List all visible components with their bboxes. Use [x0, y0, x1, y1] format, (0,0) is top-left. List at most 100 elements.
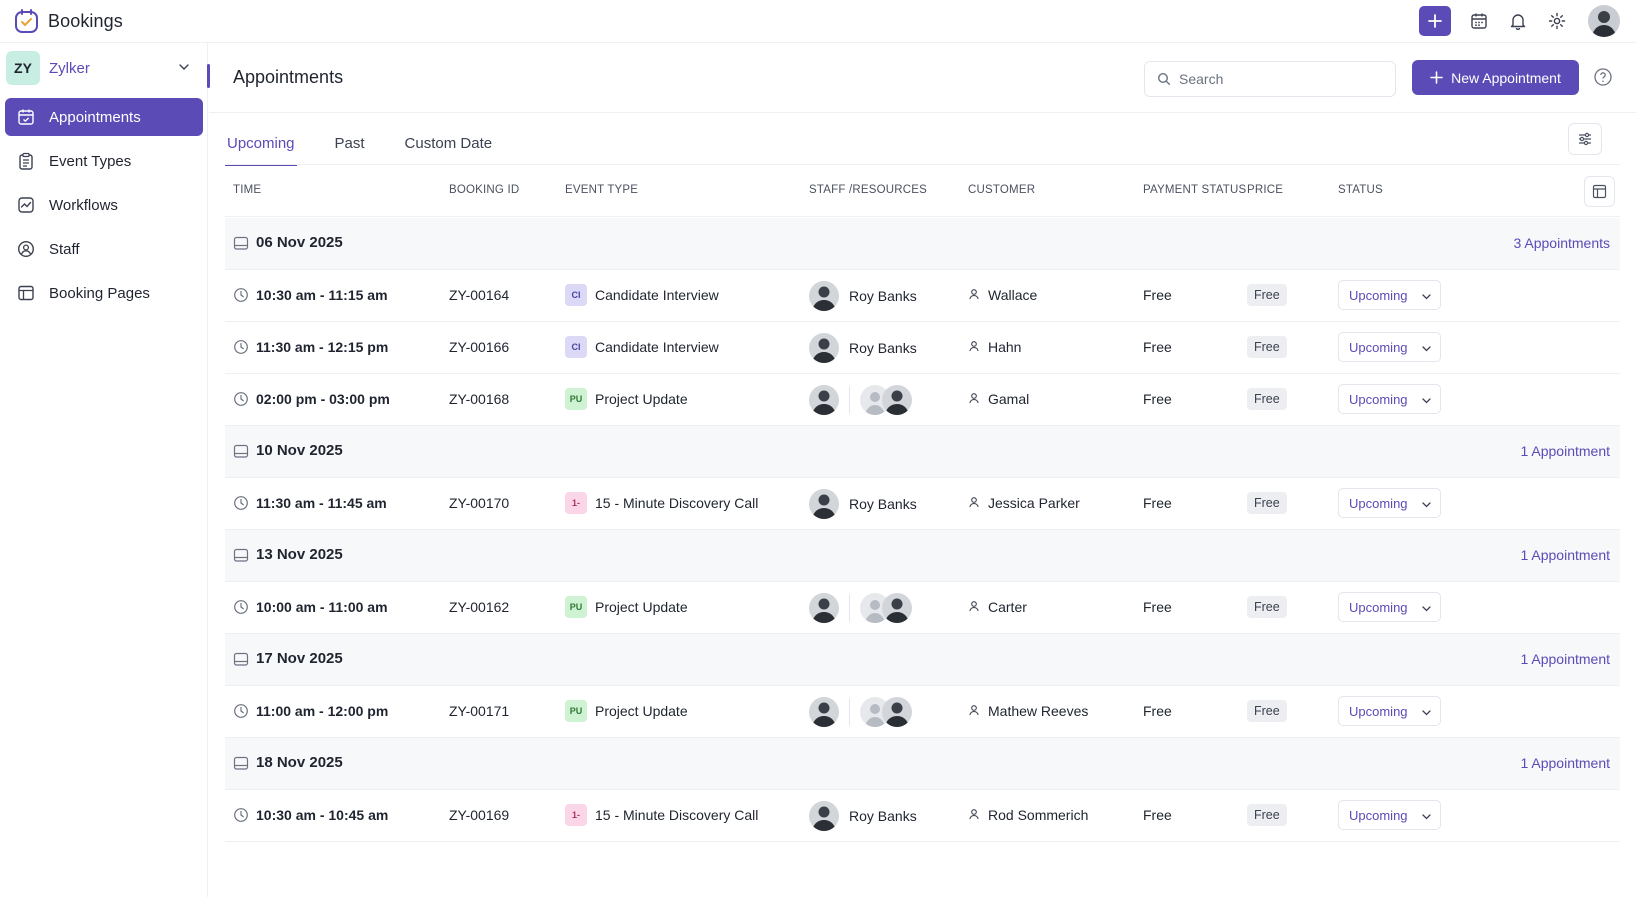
clock-icon	[233, 703, 249, 722]
gear-icon	[1548, 12, 1566, 30]
sidebar-item-label: Booking Pages	[49, 284, 150, 302]
customer-cell[interactable]: Carter	[968, 599, 1027, 615]
brand[interactable]: Bookings	[14, 8, 123, 34]
appointment-count[interactable]: 1 Appointment	[1520, 651, 1610, 667]
sidebar-item-workflows[interactable]: Workflows	[5, 186, 203, 224]
date-group-row: 17 Nov 2025 1 Appointment	[225, 634, 1620, 686]
payment-status: Free	[1143, 807, 1172, 823]
staff-name: Roy Banks	[849, 288, 917, 304]
event-type-badge: 1-	[565, 804, 587, 826]
column-price[interactable]: PRICE	[1247, 184, 1283, 196]
booking-id[interactable]: ZY-00166	[449, 339, 509, 355]
sidebar-item-staff[interactable]: Staff	[5, 230, 203, 268]
table-row[interactable]: 11:30 am - 12:15 pm ZY-00166 CI Candidate I…	[225, 322, 1620, 374]
status-value: Upcoming	[1349, 339, 1408, 355]
help-icon[interactable]	[1593, 67, 1613, 87]
event-type-badge: 1-	[565, 492, 587, 514]
column-staff[interactable]: STAFF /RESOURCES	[809, 184, 927, 196]
customer-cell[interactable]: Rod Sommerich	[968, 807, 1088, 823]
column-settings-button[interactable]	[1584, 176, 1615, 207]
calendar-view-button[interactable]	[1468, 10, 1490, 32]
booking-page-icon	[16, 283, 36, 303]
org-switcher[interactable]: ZY Zylker	[6, 50, 202, 86]
table-row[interactable]: 11:00 am - 12:00 pm ZY-00171 PU Project Upd…	[225, 686, 1620, 738]
column-event-type[interactable]: EVENT TYPE	[565, 184, 638, 196]
staff-cell	[809, 697, 912, 727]
table-row[interactable]: 10:30 am - 11:15 am ZY-00164 CI Candidate I…	[225, 270, 1620, 322]
column-payment-status[interactable]: PAYMENT STATUS	[1143, 184, 1246, 196]
status-dropdown[interactable]: Upcoming	[1338, 696, 1441, 726]
customer-name: Rod Sommerich	[988, 807, 1089, 823]
filter-button[interactable]	[1568, 123, 1602, 155]
staff-avatar	[882, 697, 912, 727]
status-dropdown[interactable]: Upcoming	[1338, 488, 1441, 518]
column-customer[interactable]: CUSTOMER	[968, 184, 1035, 196]
sidebar-item-booking-pages[interactable]: Booking Pages	[5, 274, 203, 312]
booking-id[interactable]: ZY-00169	[449, 807, 509, 823]
tab-custom-date[interactable]: Custom Date	[403, 125, 495, 165]
clock-icon	[233, 599, 249, 618]
booking-id[interactable]: ZY-00168	[449, 391, 509, 407]
quick-add-button[interactable]	[1419, 6, 1451, 36]
booking-id[interactable]: ZY-00171	[449, 703, 509, 719]
customer-cell[interactable]: Wallace	[968, 287, 1037, 303]
new-appointment-button[interactable]: New Appointment	[1412, 60, 1579, 95]
appointment-count[interactable]: 1 Appointment	[1520, 547, 1610, 563]
clock-icon	[233, 287, 249, 306]
event-type-name: Project Update	[595, 599, 688, 615]
appointment-count[interactable]: 1 Appointment	[1520, 755, 1610, 771]
tab-past[interactable]: Past	[333, 125, 367, 165]
status-value: Upcoming	[1349, 391, 1408, 407]
booking-id[interactable]: ZY-00170	[449, 495, 509, 511]
date-group-row: 06 Nov 2025 3 Appointments	[225, 218, 1620, 270]
status-dropdown[interactable]: Upcoming	[1338, 332, 1441, 362]
staff-avatar	[809, 489, 839, 519]
notifications-button[interactable]	[1507, 10, 1529, 32]
new-appointment-label: New Appointment	[1451, 69, 1561, 86]
appointment-count[interactable]: 3 Appointments	[1513, 235, 1610, 251]
column-time[interactable]: TIME	[233, 184, 261, 196]
search-input[interactable]	[1179, 71, 1379, 87]
customer-cell[interactable]: Jessica Parker	[968, 495, 1080, 511]
price-badge: Free	[1247, 388, 1287, 410]
clock-icon	[233, 495, 249, 514]
sidebar-item-appointments[interactable]: Appointments	[5, 98, 203, 136]
column-status[interactable]: STATUS	[1338, 184, 1383, 196]
person-icon	[968, 703, 980, 719]
settings-button[interactable]	[1546, 10, 1568, 32]
appointment-time: 10:30 am - 11:15 am	[256, 287, 388, 303]
status-dropdown[interactable]: Upcoming	[1338, 384, 1441, 414]
search-field[interactable]	[1144, 61, 1396, 97]
status-value: Upcoming	[1349, 807, 1408, 823]
appointment-count[interactable]: 1 Appointment	[1520, 443, 1610, 459]
status-dropdown[interactable]: Upcoming	[1338, 280, 1441, 310]
column-booking-id[interactable]: BOOKING ID	[449, 184, 519, 196]
customer-name: Jessica Parker	[988, 495, 1080, 511]
date-group-row: 18 Nov 2025 1 Appointment	[225, 738, 1620, 790]
customer-cell[interactable]: Gamal	[968, 391, 1029, 407]
status-dropdown[interactable]: Upcoming	[1338, 800, 1441, 830]
user-circle-icon	[16, 239, 36, 259]
table-row[interactable]: 10:00 am - 11:00 am ZY-00162 PU Project Upd…	[225, 582, 1620, 634]
event-type-badge: CI	[565, 284, 587, 306]
sliders-icon	[1579, 132, 1591, 146]
columns-icon	[1592, 184, 1607, 199]
user-avatar[interactable]	[1588, 5, 1620, 37]
status-dropdown[interactable]: Upcoming	[1338, 592, 1441, 622]
tab-upcoming[interactable]: Upcoming	[225, 125, 297, 166]
table-row[interactable]: 10:30 am - 10:45 am ZY-00169 1- 15 - Minute…	[225, 790, 1620, 842]
table-row[interactable]: 02:00 pm - 03:00 pm ZY-00168 PU Project Upd…	[225, 374, 1620, 426]
divider	[849, 386, 850, 414]
event-type-name: Project Update	[595, 703, 688, 719]
booking-id[interactable]: ZY-00162	[449, 599, 509, 615]
tabs-divider	[225, 164, 1620, 165]
page-title: Appointments	[233, 67, 344, 87]
appointment-time: 10:00 am - 11:00 am	[256, 599, 388, 615]
customer-cell[interactable]: Mathew Reeves	[968, 703, 1088, 719]
table-row[interactable]: 11:30 am - 11:45 am ZY-00170 1- 15 - Minute…	[225, 478, 1620, 530]
booking-id[interactable]: ZY-00164	[449, 287, 509, 303]
price-badge: Free	[1247, 700, 1287, 722]
sidebar-item-event-types[interactable]: Event Types	[5, 142, 203, 180]
staff-avatar	[809, 281, 839, 311]
customer-cell[interactable]: Hahn	[968, 339, 1021, 355]
